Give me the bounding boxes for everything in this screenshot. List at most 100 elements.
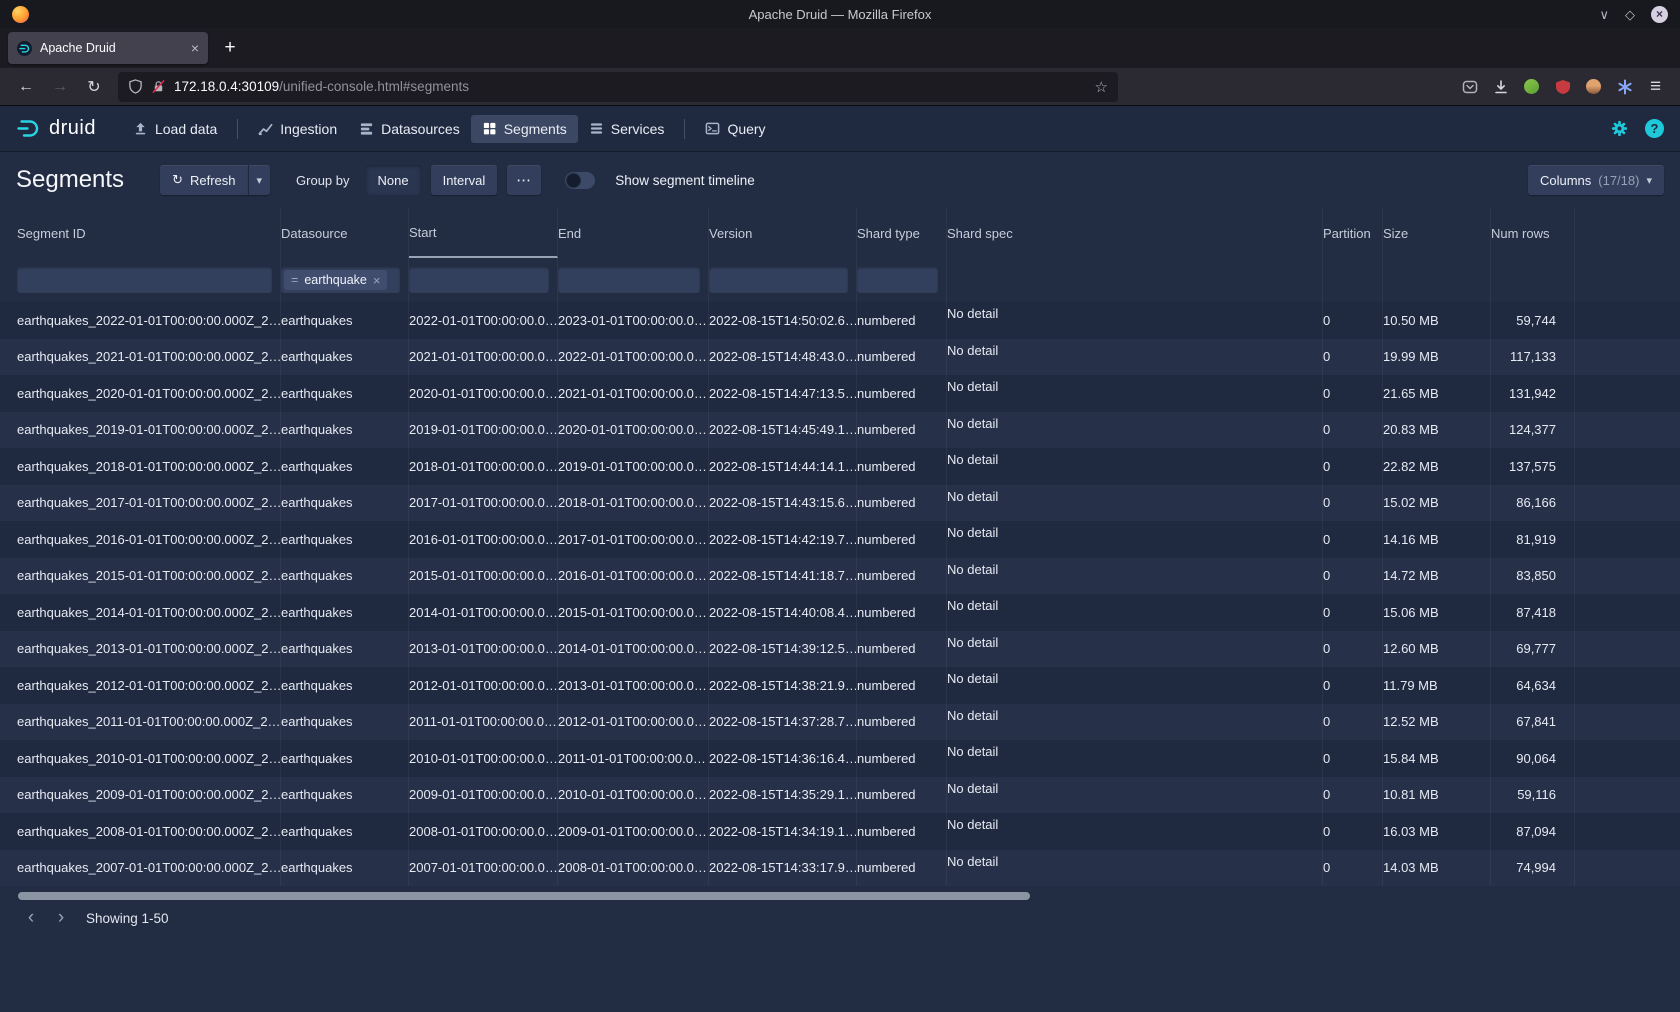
- downloads-icon[interactable]: [1486, 72, 1515, 101]
- nav-separator: [684, 119, 685, 139]
- table-row[interactable]: earthquakes_2007-01-01T00:00:00.000Z_2…e…: [0, 850, 1680, 887]
- column-header-size[interactable]: Size: [1383, 208, 1491, 258]
- window-maximize-icon[interactable]: ◇: [1625, 8, 1635, 21]
- segment-timeline-toggle[interactable]: [565, 172, 595, 189]
- window-minimize-icon[interactable]: ∨: [1599, 8, 1609, 21]
- extension-green-icon[interactable]: [1517, 72, 1546, 101]
- table-row[interactable]: earthquakes_2008-01-01T00:00:00.000Z_2…e…: [0, 813, 1680, 850]
- nav-item-segments[interactable]: Segments: [471, 115, 578, 143]
- cell-size: 22.82 MB: [1383, 448, 1491, 485]
- column-header-shard-type[interactable]: Shard type: [857, 208, 947, 258]
- cell-shard-type: numbered: [857, 813, 947, 850]
- table-row[interactable]: earthquakes_2010-01-01T00:00:00.000Z_2…e…: [0, 740, 1680, 777]
- table-row[interactable]: earthquakes_2019-01-01T00:00:00.000Z_2…e…: [0, 412, 1680, 449]
- cell-shard-spec: No detail: [947, 594, 1323, 631]
- cell-shard-spec: No detail: [947, 448, 1323, 485]
- cell-datasource: earthquakes: [281, 777, 409, 814]
- cell-size: 14.72 MB: [1383, 558, 1491, 595]
- bookmark-star-icon[interactable]: ☆: [1095, 78, 1108, 96]
- menu-icon[interactable]: ≡: [1641, 72, 1670, 101]
- column-header-segment-id[interactable]: Segment ID: [17, 208, 281, 258]
- column-header-end[interactable]: End: [558, 208, 709, 258]
- filter-segment-id-input[interactable]: [17, 267, 272, 293]
- table-row[interactable]: earthquakes_2017-01-01T00:00:00.000Z_2…e…: [0, 485, 1680, 522]
- cell-segment-id: earthquakes_2017-01-01T00:00:00.000Z_2…: [17, 485, 281, 522]
- previous-page-icon[interactable]: ‹: [18, 905, 44, 931]
- tab-close-icon[interactable]: ×: [191, 40, 199, 56]
- ublock-shield-icon[interactable]: [1548, 72, 1577, 101]
- table-row[interactable]: earthquakes_2018-01-01T00:00:00.000Z_2…e…: [0, 448, 1680, 485]
- filter-shard-type-input[interactable]: [857, 267, 938, 293]
- table-row[interactable]: earthquakes_2021-01-01T00:00:00.000Z_2…e…: [0, 339, 1680, 376]
- table-row[interactable]: earthquakes_2014-01-01T00:00:00.000Z_2…e…: [0, 594, 1680, 631]
- cell-end: 2008-01-01T00:00:00.0…: [558, 850, 709, 887]
- extension-starburst-icon[interactable]: [1610, 72, 1639, 101]
- cell-start: 2019-01-01T00:00:00.0…: [409, 412, 558, 449]
- cell-partition: 0: [1323, 558, 1383, 595]
- nav-item-label: Datasources: [381, 121, 460, 137]
- cell-version: 2022-08-15T14:43:15.6…: [709, 485, 857, 522]
- help-icon[interactable]: ?: [1645, 119, 1664, 138]
- column-header-num-rows[interactable]: Num rows: [1491, 208, 1575, 258]
- forward-icon[interactable]: →: [44, 72, 76, 102]
- filter-end-input[interactable]: [558, 267, 700, 293]
- window-controls: ∨ ◇ ×: [1599, 6, 1668, 23]
- table-row[interactable]: earthquakes_2016-01-01T00:00:00.000Z_2…e…: [0, 521, 1680, 558]
- filter-datasource-input[interactable]: = earthquake ×: [281, 267, 400, 293]
- tracking-protection-shield-icon[interactable]: [128, 79, 143, 94]
- table-row[interactable]: earthquakes_2022-01-01T00:00:00.000Z_2…e…: [0, 302, 1680, 339]
- back-icon[interactable]: ←: [10, 72, 42, 102]
- cell-end: 2016-01-01T00:00:00.0…: [558, 558, 709, 595]
- column-header-shard-spec[interactable]: Shard spec: [947, 208, 1323, 258]
- refresh-dropdown-button[interactable]: ▾: [248, 165, 271, 195]
- cell-shard-spec: No detail: [947, 740, 1323, 777]
- table-row[interactable]: earthquakes_2020-01-01T00:00:00.000Z_2…e…: [0, 375, 1680, 412]
- reload-icon[interactable]: ↻: [78, 72, 110, 102]
- druid-brand[interactable]: druid: [16, 117, 96, 140]
- window-close-icon[interactable]: ×: [1651, 6, 1668, 23]
- new-tab-button[interactable]: +: [216, 34, 244, 62]
- nav-item-datasources[interactable]: Datasources: [348, 115, 471, 143]
- cell-partition: 0: [1323, 412, 1383, 449]
- next-page-icon[interactable]: ›: [48, 905, 74, 931]
- filter-tag-remove-icon[interactable]: ×: [373, 273, 381, 288]
- cell-num-rows: 131,942: [1491, 375, 1575, 412]
- cell-segment-id: earthquakes_2009-01-01T00:00:00.000Z_2…: [17, 777, 281, 814]
- group-by-interval-button[interactable]: Interval: [431, 165, 498, 195]
- nav-item-services[interactable]: Services: [578, 115, 676, 143]
- cell-size: 14.03 MB: [1383, 850, 1491, 887]
- column-header-partition[interactable]: Partition: [1323, 208, 1383, 258]
- cell-shard-type: numbered: [857, 631, 947, 668]
- cell-segment-id: earthquakes_2016-01-01T00:00:00.000Z_2…: [17, 521, 281, 558]
- column-header-version[interactable]: Version: [709, 208, 857, 258]
- nav-item-ingestion[interactable]: Ingestion: [247, 115, 348, 143]
- nav-item-query[interactable]: Query: [694, 115, 776, 143]
- cell-end: 2010-01-01T00:00:00.0…: [558, 777, 709, 814]
- table-row[interactable]: earthquakes_2011-01-01T00:00:00.000Z_2…e…: [0, 704, 1680, 741]
- connection-not-secure-lock-icon[interactable]: [151, 79, 166, 94]
- table-row[interactable]: earthquakes_2015-01-01T00:00:00.000Z_2…e…: [0, 558, 1680, 595]
- extension-avatar-icon[interactable]: [1579, 72, 1608, 101]
- cell-size: 12.60 MB: [1383, 631, 1491, 668]
- horizontal-scrollbar[interactable]: [18, 892, 1030, 900]
- filter-tag[interactable]: = earthquake ×: [284, 270, 387, 290]
- table-row[interactable]: earthquakes_2009-01-01T00:00:00.000Z_2…e…: [0, 777, 1680, 814]
- filter-start-input[interactable]: [409, 267, 549, 293]
- column-header-datasource[interactable]: Datasource: [281, 208, 409, 258]
- nav-item-load-data[interactable]: Load data: [122, 115, 228, 143]
- cell-shard-type: numbered: [857, 412, 947, 449]
- refresh-button[interactable]: ↻ Refresh: [160, 165, 247, 195]
- browser-tab[interactable]: Apache Druid ×: [8, 32, 208, 64]
- url-bar[interactable]: 172.18.0.4:30109/unified-console.html#se…: [118, 72, 1118, 102]
- filter-version-input[interactable]: [709, 267, 848, 293]
- table-row[interactable]: earthquakes_2012-01-01T00:00:00.000Z_2…e…: [0, 667, 1680, 704]
- column-header-start[interactable]: Start: [409, 208, 558, 258]
- more-options-button[interactable]: ⋯: [507, 165, 541, 195]
- columns-button[interactable]: Columns (17/18) ▾: [1528, 165, 1664, 195]
- settings-gear-icon[interactable]: [1610, 119, 1629, 138]
- group-by-none-button[interactable]: None: [366, 165, 421, 195]
- pocket-icon[interactable]: [1455, 72, 1484, 101]
- table-row[interactable]: earthquakes_2013-01-01T00:00:00.000Z_2…e…: [0, 631, 1680, 668]
- columns-count: (17/18): [1598, 173, 1639, 188]
- cell-partition: 0: [1323, 485, 1383, 522]
